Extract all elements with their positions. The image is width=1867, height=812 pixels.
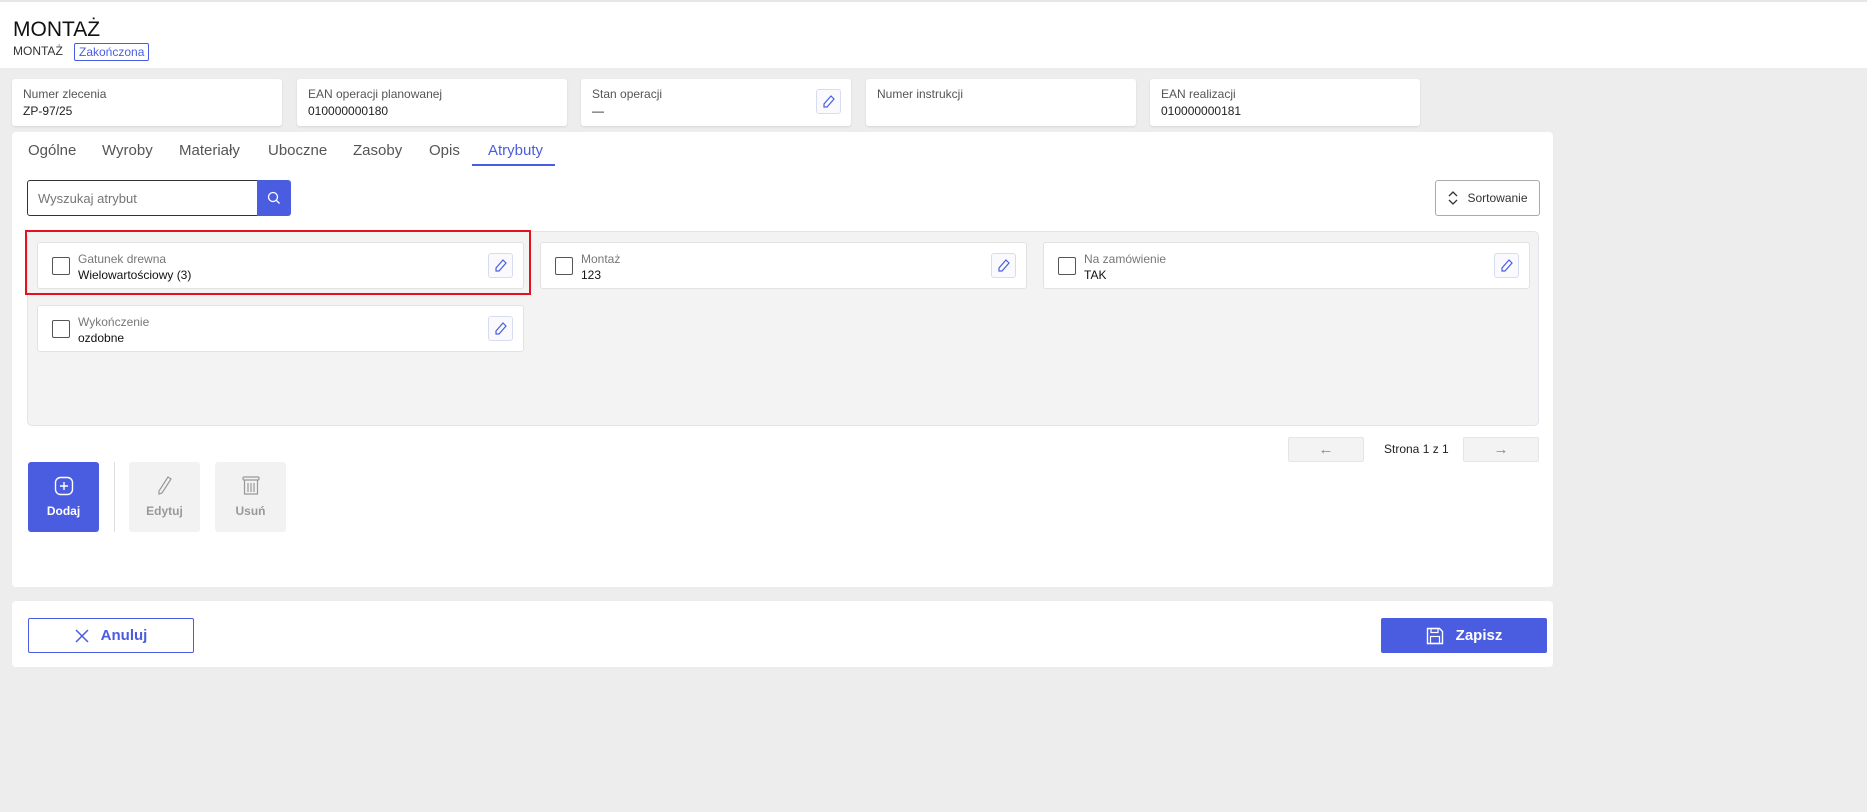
pencil-icon — [822, 94, 835, 108]
info-value: — — [592, 104, 604, 118]
attribute-value: ozdobne — [78, 331, 125, 345]
page-subtitle: MONTAŻ — [13, 44, 63, 58]
info-card-order-number: Numer zlecenia ZP-97/25 — [12, 79, 282, 126]
tab-ogolne[interactable]: Ogólne — [28, 142, 76, 159]
page-title: MONTAŻ — [13, 18, 101, 41]
info-value: ZP-97/25 — [23, 104, 73, 118]
attribute-label: Na zamówienie — [1084, 252, 1167, 266]
close-icon — [75, 628, 89, 643]
pencil-icon — [494, 321, 507, 335]
pencil-icon — [157, 476, 172, 495]
info-label: EAN realizacji — [1161, 87, 1236, 101]
tab-atrybuty[interactable]: Atrybuty — [488, 142, 543, 159]
edit-label: Edytuj — [146, 504, 183, 518]
attribute-card[interactable]: Na zamówienie TAK — [1043, 242, 1530, 289]
info-label: Numer zlecenia — [23, 87, 107, 101]
add-label: Dodaj — [46, 504, 81, 518]
info-card-ean-planned: EAN operacji planowanej 010000000180 — [297, 79, 567, 126]
attribute-label: Wykończenie — [78, 315, 150, 329]
cancel-button[interactable]: Anuluj — [28, 618, 194, 653]
attribute-checkbox[interactable] — [555, 257, 573, 275]
prev-page-button[interactable]: ← — [1288, 437, 1364, 462]
attribute-label: Montaż — [581, 252, 621, 266]
next-page-button[interactable]: → — [1463, 437, 1539, 462]
save-label: Zapisz — [1455, 627, 1503, 644]
tab-materialy[interactable]: Materiały — [179, 142, 240, 159]
info-card-ean-realization: EAN realizacji 010000000181 — [1150, 79, 1420, 126]
delete-label: Usuń — [235, 504, 266, 518]
info-label: EAN operacji planowanej — [308, 87, 443, 101]
edit-attribute-button[interactable] — [1494, 253, 1519, 278]
info-value: 010000000181 — [1161, 104, 1242, 118]
search-input[interactable] — [27, 180, 258, 216]
tab-opis[interactable]: Opis — [429, 142, 460, 159]
attribute-checkbox[interactable] — [1058, 257, 1076, 275]
info-label: Numer instrukcji — [877, 87, 964, 101]
attribute-value: TAK — [1084, 268, 1107, 282]
divider — [114, 462, 115, 532]
footer-panel — [12, 601, 1553, 667]
highlight-box — [25, 230, 531, 295]
pencil-icon — [997, 258, 1010, 272]
edit-attribute-button[interactable] — [488, 316, 513, 341]
attribute-card[interactable]: Wykończenie ozdobne — [37, 305, 524, 352]
pencil-icon — [1500, 258, 1513, 272]
info-card-operation-state: Stan operacji — — [581, 79, 851, 126]
page-indicator: Strona 1 z 1 — [1384, 442, 1449, 456]
tab-uboczne[interactable]: Uboczne — [268, 142, 327, 159]
search-icon — [267, 191, 280, 204]
sort-label: Sortowanie — [1467, 191, 1528, 205]
floppy-disk-icon — [1426, 627, 1443, 644]
info-label: Stan operacji — [592, 87, 663, 101]
tab-wyroby[interactable]: Wyroby — [102, 142, 153, 159]
trash-icon — [241, 476, 260, 495]
search-button[interactable] — [257, 180, 291, 216]
status-badge: Zakończona — [74, 43, 150, 61]
edit-button[interactable]: Edytuj — [129, 462, 200, 532]
edit-state-button[interactable] — [816, 89, 841, 114]
cancel-label: Anuluj — [100, 627, 148, 644]
add-button[interactable]: Dodaj — [28, 462, 99, 532]
attribute-card[interactable]: Montaż 123 — [540, 242, 1027, 289]
attribute-value: 123 — [581, 268, 602, 282]
sort-button[interactable]: Sortowanie — [1435, 180, 1540, 216]
attribute-checkbox[interactable] — [52, 320, 70, 338]
active-tab-indicator — [472, 164, 555, 166]
save-button[interactable]: Zapisz — [1381, 618, 1547, 653]
edit-attribute-button[interactable] — [991, 253, 1016, 278]
sort-icon — [1449, 191, 1458, 205]
header — [0, 0, 1867, 68]
info-value: 010000000180 — [308, 104, 389, 118]
plus-square-icon — [54, 476, 73, 496]
delete-button[interactable]: Usuń — [215, 462, 286, 532]
info-card-instruction-number: Numer instrukcji — [866, 79, 1136, 126]
tab-zasoby[interactable]: Zasoby — [353, 142, 402, 159]
